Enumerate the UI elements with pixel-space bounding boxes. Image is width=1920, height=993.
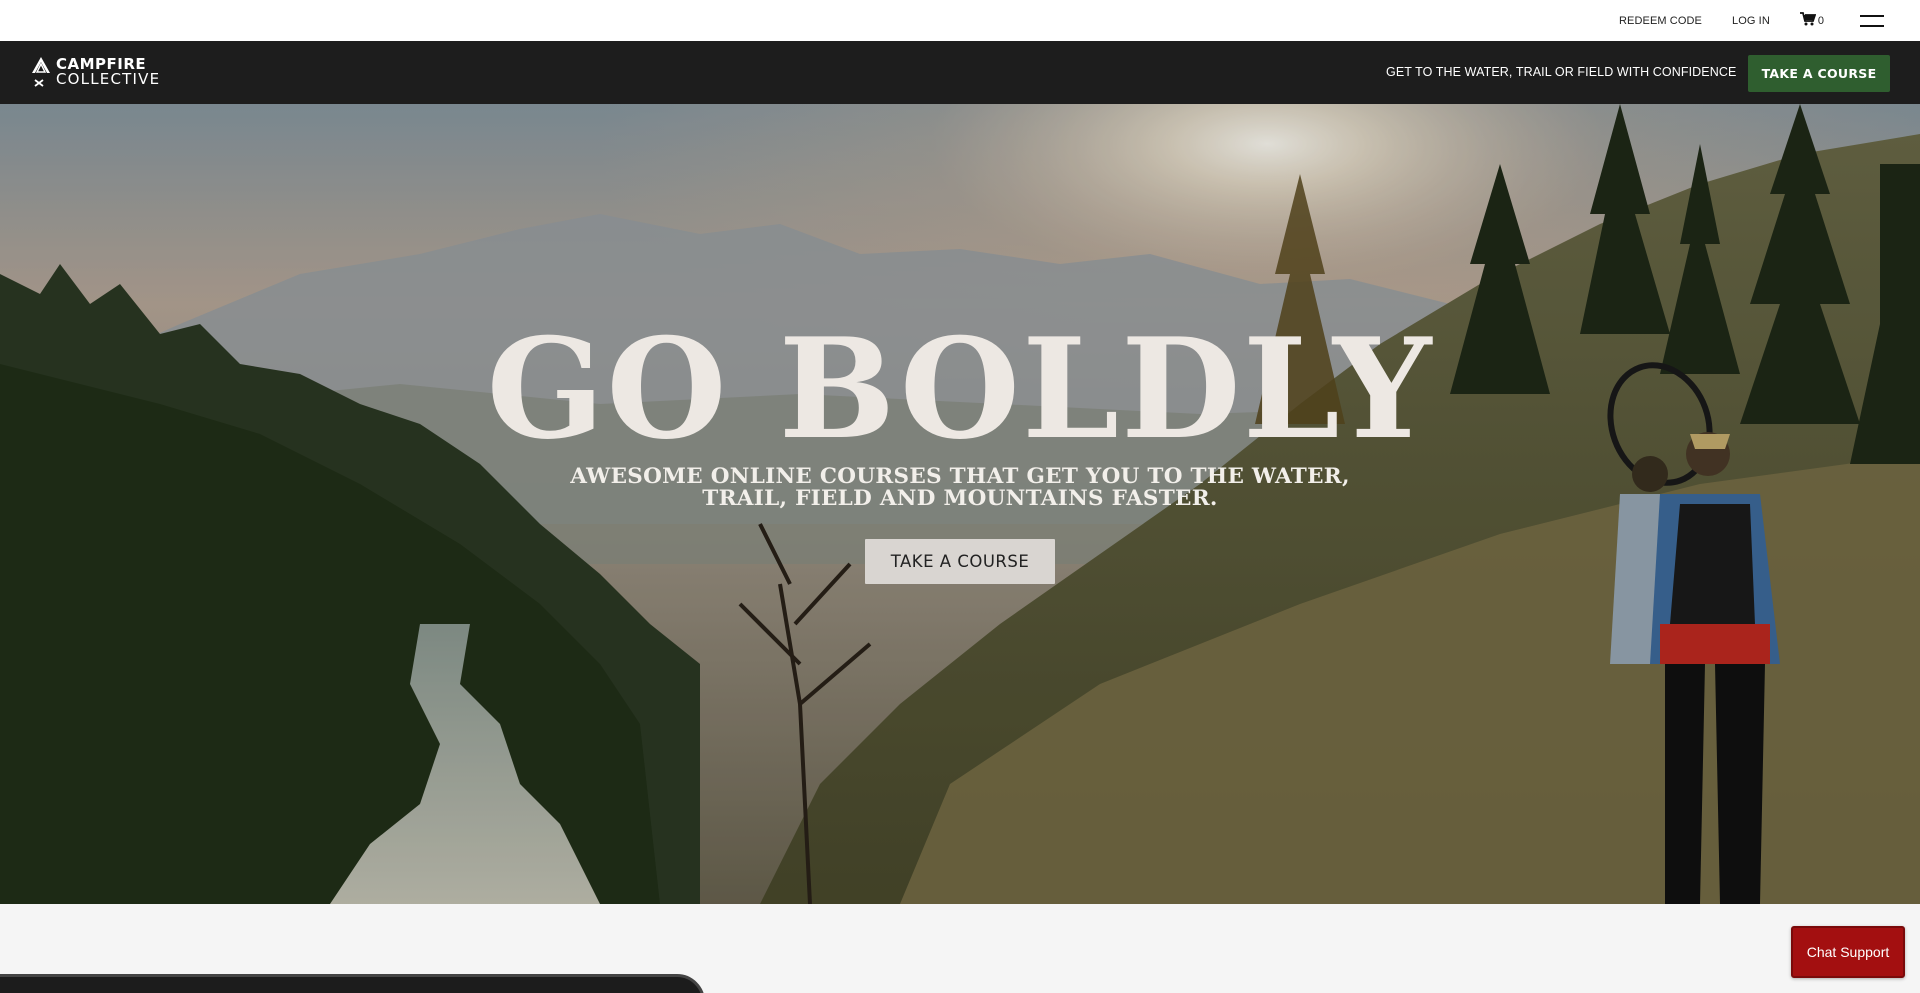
device-mockup-edge [0,974,705,993]
main-header: CAMPFIRE COLLECTIVE GET TO THE WATER, TR… [0,41,1920,104]
cart-button[interactable]: 0 [1799,12,1824,29]
logo-text: CAMPFIRE COLLECTIVE [56,57,160,87]
cart-icon [1799,12,1818,29]
take-a-course-header-button[interactable]: TAKE A COURSE [1748,55,1890,92]
logo-line-2: COLLECTIVE [56,70,161,88]
utility-bar: REDEEM CODE LOG IN 0 [0,0,1920,41]
redeem-code-link[interactable]: REDEEM CODE [1619,15,1702,27]
menu-icon[interactable] [1860,14,1884,27]
take-a-course-hero-button[interactable]: TAKE A COURSE [865,539,1055,584]
below-hero-section [0,904,1920,993]
hero-section: GO BOLDLY AWESOME ONLINE COURSES THAT GE… [0,104,1920,904]
hero-title: GO BOLDLY [486,307,1434,470]
cart-count: 0 [1817,14,1824,27]
logo-mark-icon [30,55,52,89]
campfire-collective-logo[interactable]: CAMPFIRE COLLECTIVE [30,55,160,89]
hero-content: GO BOLDLY AWESOME ONLINE COURSES THAT GE… [0,104,1920,904]
header-tagline: GET TO THE WATER, TRAIL OR FIELD WITH CO… [1386,65,1737,79]
hero-subtitle: AWESOME ONLINE COURSES THAT GET YOU TO T… [570,464,1350,511]
log-in-link[interactable]: LOG IN [1732,15,1770,27]
chat-support-button[interactable]: Chat Support [1791,926,1905,978]
